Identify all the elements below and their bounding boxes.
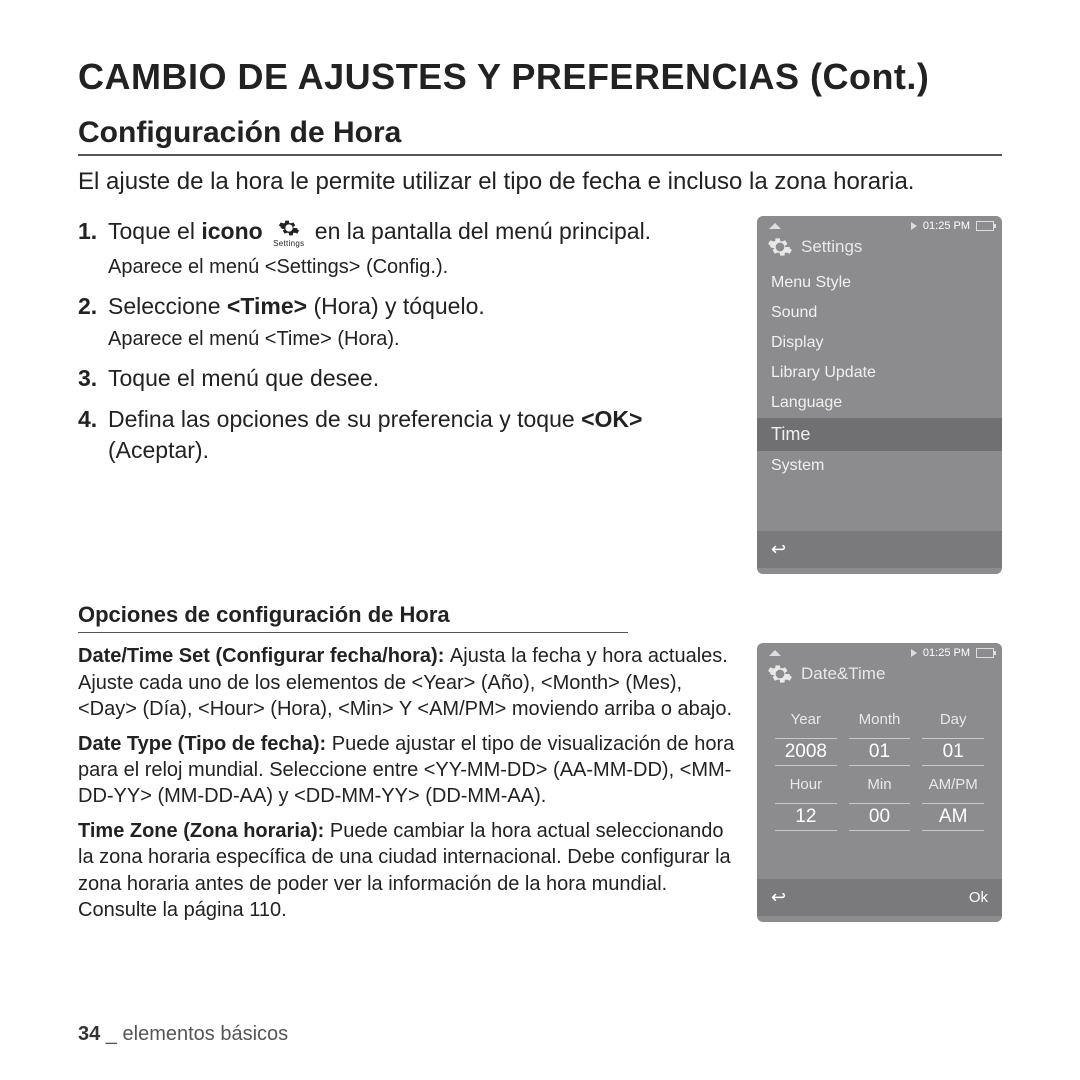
screen-title: Date&Time — [801, 664, 885, 684]
page-footer: 34 _ elementos básicos — [78, 1023, 288, 1046]
year-label: Year — [769, 711, 843, 728]
month-label: Month — [843, 711, 917, 728]
step-4: Deﬁna las opciones de su preferencia y t… — [78, 404, 739, 466]
step-text: (Aceptar). — [108, 437, 209, 463]
phone-settings-screenshot: 01:25 PM Settings Menu Style Sound Displ… — [757, 216, 1002, 574]
day-label: Day — [916, 711, 990, 728]
step-text: (Hora) y tóquelo. — [307, 293, 485, 319]
section-title: Conﬁguración de Hora — [78, 116, 1002, 156]
min-label: Min — [843, 776, 917, 793]
footer-sep: _ — [100, 1023, 122, 1045]
list-item[interactable]: Menu Style — [757, 268, 1002, 298]
bottom-bar: ↩ — [757, 531, 1002, 568]
options-text: Date/Time Set (Conﬁgurar fecha/hora): Aj… — [78, 643, 739, 931]
month-value[interactable]: 01 — [849, 738, 911, 766]
step-text: Seleccione — [108, 293, 227, 319]
settings-menu: Menu Style Sound Display Library Update … — [757, 268, 1002, 481]
gear-icon-label: Settings — [273, 239, 304, 250]
step-3: Toque el menú que desee. — [78, 363, 739, 394]
signal-icon — [769, 223, 781, 229]
option-label: Time Zone (Zona horaria): — [78, 820, 330, 842]
page-title: CAMBIO DE AJUSTES Y PREFERENCIAS (Cont.) — [78, 56, 1002, 98]
hour-label: Hour — [769, 776, 843, 793]
step-text: Deﬁna las opciones de su preferencia y t… — [108, 406, 581, 432]
back-icon[interactable]: ↩ — [771, 539, 786, 560]
bottom-bar: ↩ Ok — [757, 879, 1002, 916]
screen-header: Settings — [757, 232, 1002, 268]
step-text: en la pantalla del menú principal. — [315, 218, 651, 244]
options-title: Opciones de conﬁguración de Hora — [78, 602, 628, 633]
steps-list: Toque el icono Settings en la pantalla d… — [78, 216, 739, 476]
gear-icon — [767, 234, 793, 260]
status-bar: 01:25 PM — [757, 643, 1002, 659]
step-bold: icono — [201, 218, 262, 244]
clock-text: 01:25 PM — [923, 220, 970, 232]
play-icon — [911, 222, 917, 230]
option-datetime: Date/Time Set (Conﬁgurar fecha/hora): Aj… — [78, 643, 739, 722]
step-subtext: Aparece el menú <Settings> (Conﬁg.). — [108, 254, 739, 281]
option-label: Date/Time Set (Conﬁgurar fecha/hora): — [78, 645, 450, 667]
footer-text: elementos básicos — [123, 1023, 289, 1045]
page-number: 34 — [78, 1023, 100, 1045]
datetime-grid: Year Month Day 2008 01 01 Hour Min AM/PM… — [757, 695, 1002, 839]
list-item[interactable]: Language — [757, 388, 1002, 418]
step-text: Toque el menú que desee. — [108, 365, 379, 391]
min-value[interactable]: 00 — [849, 803, 911, 831]
list-item[interactable]: Sound — [757, 298, 1002, 328]
list-item-selected[interactable]: Time — [757, 418, 1002, 451]
day-value[interactable]: 01 — [922, 738, 984, 766]
list-item[interactable]: Library Update — [757, 358, 1002, 388]
screen-header: Date&Time — [757, 659, 1002, 695]
list-item[interactable]: Display — [757, 328, 1002, 358]
gear-icon — [767, 661, 793, 687]
play-icon — [911, 649, 917, 657]
year-value[interactable]: 2008 — [775, 738, 837, 766]
signal-icon — [769, 650, 781, 656]
back-icon[interactable]: ↩ — [771, 887, 786, 908]
step-2: Seleccione <Time> (Hora) y tóquelo. Apar… — [78, 291, 739, 353]
gear-icon: Settings — [273, 217, 304, 250]
screen-title: Settings — [801, 237, 862, 257]
step-bold: <OK> — [581, 406, 642, 432]
option-datetype: Date Type (Tipo de fecha): Puede ajustar… — [78, 731, 739, 810]
ok-button[interactable]: Ok — [969, 889, 988, 906]
intro-text: El ajuste de la hora le permite utilizar… — [78, 166, 1002, 198]
list-item[interactable]: System — [757, 451, 1002, 481]
option-label: Date Type (Tipo de fecha): — [78, 733, 332, 755]
step-subtext: Aparece el menú <Time> (Hora). — [108, 326, 739, 353]
battery-icon — [976, 648, 994, 658]
battery-icon — [976, 221, 994, 231]
ampm-value[interactable]: AM — [922, 803, 984, 831]
status-bar: 01:25 PM — [757, 216, 1002, 232]
phone-datetime-screenshot: 01:25 PM Date&Time Year Month Day 2008 0… — [757, 643, 1002, 922]
ampm-label: AM/PM — [916, 776, 990, 793]
step-bold: <Time> — [227, 293, 307, 319]
option-timezone: Time Zone (Zona horaria): Puede cambiar … — [78, 818, 739, 924]
clock-text: 01:25 PM — [923, 647, 970, 659]
hour-value[interactable]: 12 — [775, 803, 837, 831]
step-text: Toque el — [108, 218, 201, 244]
step-1: Toque el icono Settings en la pantalla d… — [78, 216, 739, 280]
